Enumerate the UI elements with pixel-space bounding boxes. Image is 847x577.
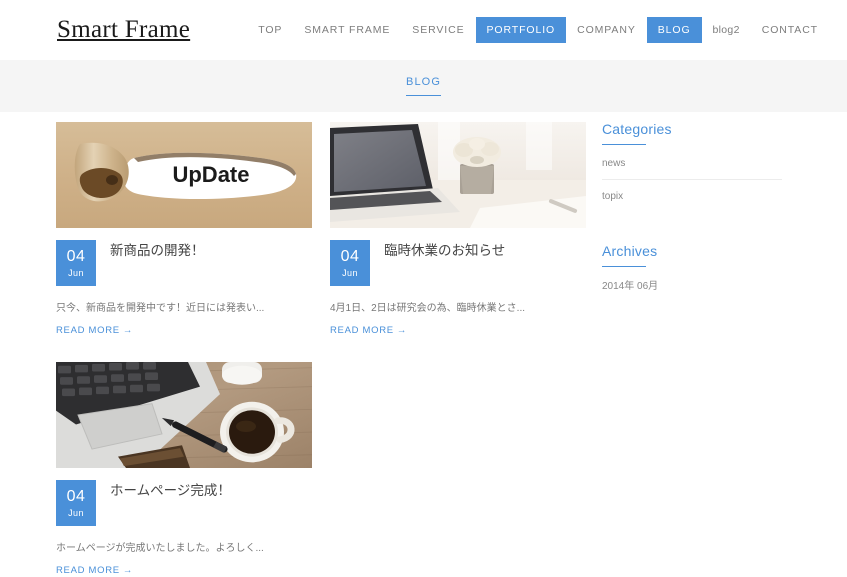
widget-title-underline (602, 266, 646, 267)
post-date-badge: 04 Jun (56, 240, 96, 286)
post-date-month: Jun (342, 267, 358, 278)
post-header: 04 Jun 臨時休業のお知らせ (330, 240, 586, 286)
nav-item-smart-frame[interactable]: SMART FRAME (293, 17, 401, 43)
post-excerpt: ホームページが完成いたしました。よろしく... (56, 543, 264, 554)
site-header: Smart Frame TOP SMART FRAME SERVICE PORT… (0, 0, 847, 60)
main-navigation: TOP SMART FRAME SERVICE PORTFOLIO COMPAN… (247, 17, 829, 43)
widget-title-archives: Archives (602, 243, 658, 259)
widget-categories: Categories news topix (602, 120, 782, 212)
nav-item-portfolio[interactable]: PORTFOLIO (475, 17, 567, 43)
nav-item-company[interactable]: COMPANY (566, 17, 647, 43)
post-title[interactable]: 臨時休業のお知らせ (384, 240, 505, 260)
widget-title-categories: Categories (602, 121, 672, 137)
blog-post-card: 04 Jun 臨時休業のお知らせ 4月1日、2日は研究会の為、臨時休業とさ...… (330, 122, 586, 338)
laptop-coffee-wood-desk-image (56, 362, 312, 468)
laptop-white-desk-image (330, 122, 586, 228)
category-list: news topix (602, 147, 782, 212)
post-thumbnail-coffee-desk[interactable] (56, 362, 312, 468)
post-title[interactable]: 新商品の開発！ (110, 240, 205, 260)
nav-item-top[interactable]: TOP (247, 17, 293, 43)
thumbnail-update-label: UpDate (172, 162, 249, 187)
post-title[interactable]: ホームページ完成！ (110, 480, 231, 500)
post-thumbnail-laptop-desk[interactable] (330, 122, 586, 228)
post-thumbnail-update-paper[interactable]: UpDate (56, 122, 312, 228)
torn-paper-update-image: UpDate (56, 122, 312, 228)
arrow-right-icon: → (396, 325, 408, 336)
read-more-label: READ MORE (56, 325, 120, 336)
category-link-topix[interactable]: topix (602, 190, 782, 203)
blog-post-card: 04 Jun ホームページ完成！ ホームページが完成いたしました。よろしく...… (56, 362, 312, 577)
widget-title-underline (602, 144, 646, 145)
read-more-link[interactable]: READ MORE → (330, 325, 407, 336)
post-date-badge: 04 Jun (56, 480, 96, 526)
nav-item-contact[interactable]: CONTACT (751, 17, 829, 43)
post-date-day: 04 (66, 247, 86, 265)
archive-link-2014-06[interactable]: 2014年 06月 (602, 281, 658, 292)
nav-item-blog2[interactable]: blog2 (702, 17, 751, 43)
post-date-month: Jun (68, 507, 84, 518)
page-content: UpDate 04 Jun 新商品の開発！ 只今、新商品を開発中です！近日には発… (0, 112, 847, 577)
post-excerpt: 4月1日、2日は研究会の為、臨時休業とさ... (330, 303, 526, 314)
arrow-right-icon: → (122, 565, 134, 576)
read-more-label: READ MORE (330, 325, 394, 336)
read-more-link[interactable]: READ MORE → (56, 565, 133, 576)
list-item[interactable]: topix (602, 180, 782, 212)
page-banner: BLOG (0, 60, 847, 112)
read-more-link[interactable]: READ MORE → (56, 325, 133, 336)
archive-item[interactable]: 2014年 06月 (602, 269, 782, 294)
post-header: 04 Jun ホームページ完成！ (56, 480, 312, 526)
list-item[interactable]: news (602, 147, 782, 180)
sidebar: Categories news topix Archives 2014年 06月 (602, 120, 782, 324)
nav-item-blog[interactable]: BLOG (646, 17, 702, 43)
nav-item-service[interactable]: SERVICE (401, 17, 475, 43)
post-date-day: 04 (66, 487, 86, 505)
read-more-label: READ MORE (56, 565, 120, 576)
post-date-day: 04 (340, 247, 360, 265)
post-header: 04 Jun 新商品の開発！ (56, 240, 312, 286)
page-title: BLOG (406, 76, 441, 96)
blog-post-card: UpDate 04 Jun 新商品の開発！ 只今、新商品を開発中です！近日には発… (56, 122, 312, 338)
post-excerpt: 只今、新商品を開発中です！近日には発表い... (56, 303, 265, 314)
widget-archives: Archives 2014年 06月 (602, 242, 782, 294)
blog-post-list: UpDate 04 Jun 新商品の開発！ 只今、新商品を開発中です！近日には発… (56, 122, 586, 577)
post-date-badge: 04 Jun (330, 240, 370, 286)
site-logo[interactable]: Smart Frame (57, 14, 190, 46)
post-date-month: Jun (68, 267, 84, 278)
arrow-right-icon: → (122, 325, 134, 336)
category-link-news[interactable]: news (602, 157, 782, 170)
